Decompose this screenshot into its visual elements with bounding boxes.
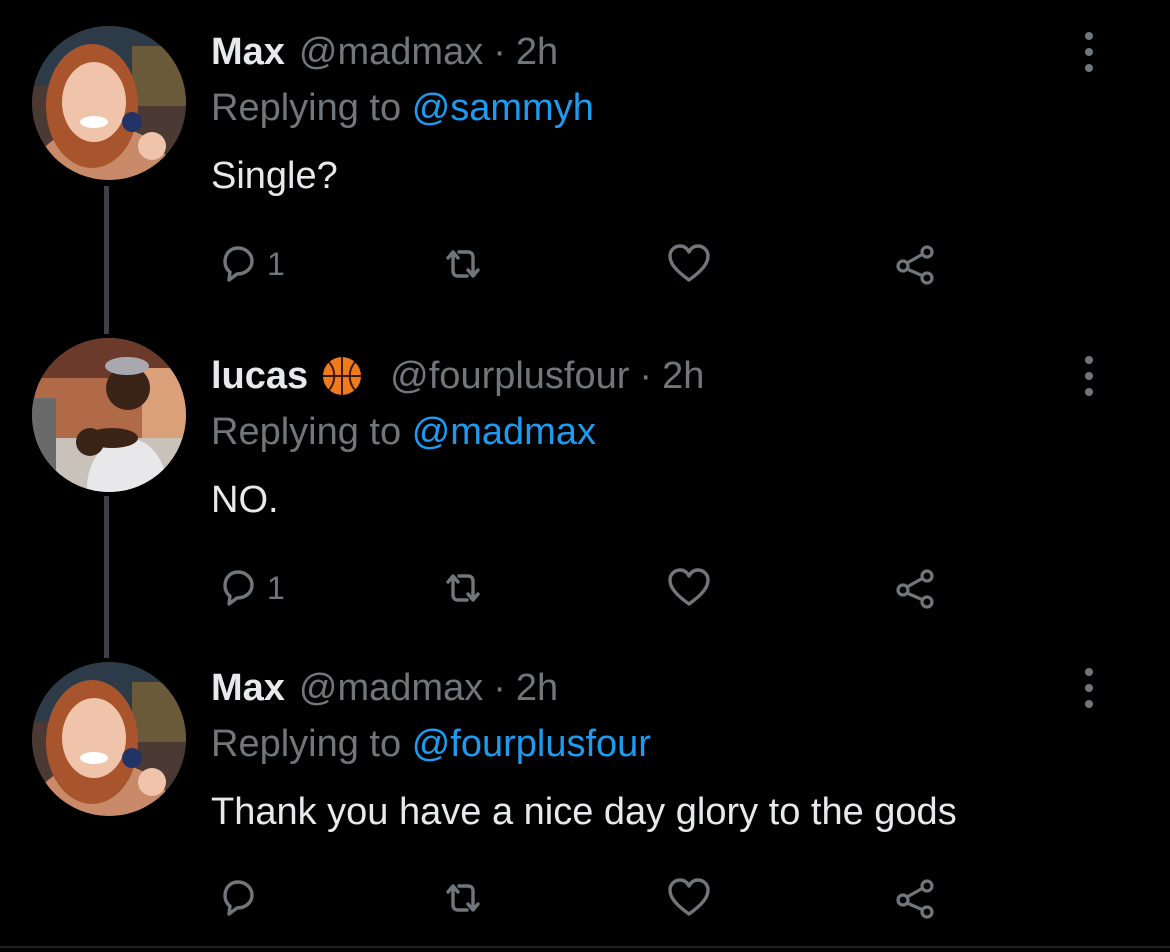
like-icon [668, 878, 710, 916]
tweet-text: Thank you have a nice day glory to the g… [211, 791, 957, 833]
display-name[interactable]: lucas [211, 350, 308, 402]
tweet-header: Max @madmax · 2h [211, 26, 558, 78]
tweet-header: Max @madmax · 2h [211, 662, 558, 714]
display-name[interactable]: Max [211, 662, 285, 714]
replying-to-handle[interactable]: @madmax [412, 411, 596, 453]
retweet-icon [446, 250, 480, 278]
thread-connector [104, 186, 109, 334]
reply-thread: Max @madmax · 2h Replying to @sammyh Sin… [0, 0, 1170, 952]
like-icon [668, 244, 710, 282]
tweet-actions: 1 [211, 238, 971, 290]
separator-dot: · [493, 667, 506, 709]
share-button[interactable] [889, 872, 941, 924]
retweet-icon [446, 574, 480, 602]
replying-to: Replying to @sammyh [211, 82, 594, 134]
like-button[interactable] [663, 238, 715, 290]
retweet-button[interactable] [437, 872, 489, 924]
share-button[interactable] [889, 562, 941, 614]
basketball-icon [323, 357, 362, 395]
separator-dot: · [493, 31, 506, 73]
like-button[interactable] [663, 562, 715, 614]
timestamp[interactable]: 2h [516, 662, 558, 714]
replying-to-handle[interactable]: @fourplusfour [412, 723, 651, 765]
display-name[interactable]: Max [211, 26, 285, 78]
replying-to: Replying to @fourplusfour [211, 718, 651, 770]
user-handle[interactable]: @madmax [299, 26, 483, 78]
reply-icon [223, 880, 254, 916]
tweet-actions [211, 872, 971, 924]
replying-to-handle[interactable]: @sammyh [412, 87, 594, 129]
tweet[interactable]: Max @madmax · 2h Replying to @fourplusfo… [0, 662, 1170, 946]
tweet-header: lucas @fourplusfour · 2h [211, 350, 704, 402]
avatar-image [32, 662, 186, 816]
timestamp[interactable]: 2h [662, 350, 704, 402]
more-icon[interactable] [1077, 350, 1101, 402]
avatar-image [32, 26, 186, 180]
avatar[interactable] [32, 26, 186, 180]
share-icon [896, 879, 934, 919]
avatar-image [32, 338, 186, 492]
more-icon[interactable] [1077, 662, 1101, 714]
reply-button[interactable] [211, 872, 267, 924]
retweet-icon [446, 884, 480, 912]
user-handle[interactable]: @madmax [299, 662, 483, 714]
share-button[interactable] [889, 238, 941, 290]
separator-dot: · [639, 355, 653, 397]
share-icon [896, 569, 934, 609]
tweet-actions: 1 [211, 562, 971, 614]
reply-count: 1 [267, 569, 285, 606]
avatar[interactable] [32, 338, 186, 492]
replying-to-label: Replying to [211, 411, 402, 453]
retweet-button[interactable] [437, 562, 489, 614]
replying-to: Replying to @madmax [211, 406, 596, 458]
bottom-divider [0, 946, 1170, 948]
retweet-button[interactable] [437, 238, 489, 290]
user-handle[interactable]: @fourplusfour [390, 350, 629, 402]
tweet[interactable]: lucas @fourplusfour · 2h Replying to @ma… [0, 338, 1170, 658]
replying-to-label: Replying to [211, 87, 402, 129]
reply-count: 1 [267, 245, 285, 282]
thread-connector [104, 496, 109, 658]
tweet-text: Single? [211, 155, 338, 197]
more-icon[interactable] [1077, 26, 1101, 78]
reply-icon [223, 246, 254, 282]
tweet-text: NO. [211, 479, 279, 521]
timestamp[interactable]: 2h [516, 26, 558, 78]
reply-button[interactable]: 1 [211, 238, 285, 290]
like-icon [668, 568, 710, 606]
reply-button[interactable]: 1 [211, 562, 285, 614]
avatar[interactable] [32, 662, 186, 816]
share-icon [896, 245, 934, 285]
like-button[interactable] [663, 872, 715, 924]
reply-icon [223, 570, 254, 606]
replying-to-label: Replying to [211, 723, 402, 765]
tweet[interactable]: Max @madmax · 2h Replying to @sammyh Sin… [0, 26, 1170, 334]
